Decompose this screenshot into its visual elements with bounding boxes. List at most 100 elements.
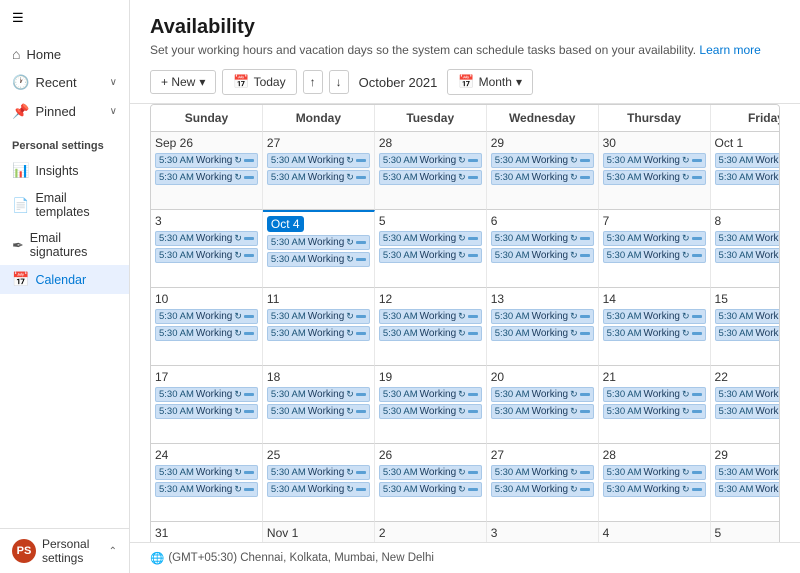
working-block[interactable]: 5:30 AMWorking↻ — [267, 153, 370, 168]
calendar-cell[interactable]: 105:30 AMWorking↻5:30 AMWorking↻ — [151, 288, 263, 366]
working-block[interactable]: 5:30 AMWorking↻ — [491, 465, 594, 480]
working-block[interactable]: 5:30 AMWorking↻ — [379, 231, 482, 246]
calendar-cell[interactable]: 275:30 AMWorking↻5:30 AMWorking↻ — [487, 444, 599, 522]
calendar-cell[interactable]: 115:30 AMWorking↻5:30 AMWorking↻ — [263, 288, 375, 366]
calendar-cell[interactable]: 125:30 AMWorking↻5:30 AMWorking↻ — [375, 288, 487, 366]
new-button[interactable]: + New ▾ — [150, 70, 216, 94]
working-block[interactable]: 5:30 AMWorking↻ — [491, 170, 594, 185]
working-block[interactable]: 5:30 AMWorking↻ — [267, 252, 370, 267]
working-block[interactable]: 5:30 AMWorking↻ — [715, 248, 780, 263]
calendar-cell[interactable]: 295:30 AMWorking↻5:30 AMWorking↻ — [711, 444, 780, 522]
calendar-cell[interactable]: 315:30 AMWorking↻5:30 AMWorking↻ — [151, 522, 263, 542]
calendar-cell[interactable]: 205:30 AMWorking↻5:30 AMWorking↻ — [487, 366, 599, 444]
calendar-cell[interactable]: 25:30 AMWorking↻5:30 AMWorking↻ — [375, 522, 487, 542]
working-block[interactable]: 5:30 AMWorking↻ — [491, 326, 594, 341]
working-block[interactable]: 5:30 AMWorking↻ — [379, 309, 482, 324]
working-block[interactable]: 5:30 AMWorking↻ — [267, 482, 370, 497]
working-block[interactable]: 5:30 AMWorking↻ — [267, 235, 370, 250]
working-block[interactable]: 5:30 AMWorking↻ — [491, 309, 594, 324]
working-block[interactable]: 5:30 AMWorking↻ — [715, 231, 780, 246]
working-block[interactable]: 5:30 AMWorking↻ — [491, 248, 594, 263]
calendar-cell[interactable]: 245:30 AMWorking↻5:30 AMWorking↻ — [151, 444, 263, 522]
working-block[interactable]: 5:30 AMWorking↻ — [267, 404, 370, 419]
calendar-cell[interactable]: 155:30 AMWorking↻5:30 AMWorking↻ — [711, 288, 780, 366]
working-block[interactable]: 5:30 AMWorking↻ — [267, 170, 370, 185]
working-block[interactable]: 5:30 AMWorking↻ — [715, 153, 780, 168]
working-block[interactable]: 5:30 AMWorking↻ — [379, 170, 482, 185]
calendar-cell[interactable]: 75:30 AMWorking↻5:30 AMWorking↻ — [599, 210, 711, 288]
working-block[interactable]: 5:30 AMWorking↻ — [155, 326, 258, 341]
calendar-cell[interactable]: 45:30 AMWorking↻5:30 AMWorking↻ — [599, 522, 711, 542]
working-block[interactable]: 5:30 AMWorking↻ — [379, 387, 482, 402]
working-block[interactable]: 5:30 AMWorking↻ — [491, 387, 594, 402]
next-month-button[interactable]: ↓ — [329, 70, 349, 94]
working-block[interactable]: 5:30 AMWorking↻ — [603, 482, 706, 497]
working-block[interactable]: 5:30 AMWorking↻ — [379, 465, 482, 480]
working-block[interactable]: 5:30 AMWorking↻ — [715, 482, 780, 497]
today-button[interactable]: 📅 Today — [222, 69, 296, 95]
working-block[interactable]: 5:30 AMWorking↻ — [603, 309, 706, 324]
calendar-cell[interactable]: 185:30 AMWorking↻5:30 AMWorking↻ — [263, 366, 375, 444]
working-block[interactable]: 5:30 AMWorking↻ — [379, 326, 482, 341]
working-block[interactable]: 5:30 AMWorking↻ — [603, 248, 706, 263]
calendar-cell[interactable]: 295:30 AMWorking↻5:30 AMWorking↻ — [487, 132, 599, 210]
calendar-cell[interactable]: 195:30 AMWorking↻5:30 AMWorking↻ — [375, 366, 487, 444]
working-block[interactable]: 5:30 AMWorking↻ — [715, 387, 780, 402]
working-block[interactable]: 5:30 AMWorking↻ — [155, 248, 258, 263]
sidebar-item-email-signatures[interactable]: ✒ Email signatures — [0, 225, 129, 265]
working-block[interactable]: 5:30 AMWorking↻ — [155, 153, 258, 168]
working-block[interactable]: 5:30 AMWorking↻ — [603, 231, 706, 246]
learn-more-link[interactable]: Learn more — [699, 43, 760, 57]
calendar-cell[interactable]: 135:30 AMWorking↻5:30 AMWorking↻ — [487, 288, 599, 366]
working-block[interactable]: 5:30 AMWorking↻ — [491, 404, 594, 419]
working-block[interactable]: 5:30 AMWorking↻ — [155, 387, 258, 402]
calendar-cell[interactable]: 275:30 AMWorking↻5:30 AMWorking↻ — [263, 132, 375, 210]
working-block[interactable]: 5:30 AMWorking↻ — [715, 465, 780, 480]
working-block[interactable]: 5:30 AMWorking↻ — [603, 387, 706, 402]
working-block[interactable]: 5:30 AMWorking↻ — [603, 326, 706, 341]
working-block[interactable]: 5:30 AMWorking↻ — [155, 482, 258, 497]
working-block[interactable]: 5:30 AMWorking↻ — [715, 309, 780, 324]
calendar-cell[interactable]: 55:30 AMWorking↻5:30 AMWorking↻ — [375, 210, 487, 288]
calendar-cell[interactable]: Oct 45:30 AMWorking↻5:30 AMWorking↻ — [263, 210, 375, 288]
working-block[interactable]: 5:30 AMWorking↻ — [267, 326, 370, 341]
working-block[interactable]: 5:30 AMWorking↻ — [603, 170, 706, 185]
working-block[interactable]: 5:30 AMWorking↻ — [715, 404, 780, 419]
calendar-cell[interactable]: 35:30 AMWorking↻5:30 AMWorking↻ — [151, 210, 263, 288]
working-block[interactable]: 5:30 AMWorking↻ — [491, 482, 594, 497]
calendar-cell[interactable]: 35:30 AMWorking↻5:30 AMWorking↻ — [487, 522, 599, 542]
working-block[interactable]: 5:30 AMWorking↻ — [155, 170, 258, 185]
working-block[interactable]: 5:30 AMWorking↻ — [715, 170, 780, 185]
calendar-cell[interactable]: 255:30 AMWorking↻5:30 AMWorking↻ — [263, 444, 375, 522]
calendar-cell[interactable]: 285:30 AMWorking↻5:30 AMWorking↻ — [375, 132, 487, 210]
month-view-button[interactable]: 📅 Month ▾ — [447, 69, 533, 95]
calendar-cell[interactable]: Sep 265:30 AMWorking↻5:30 AMWorking↻ — [151, 132, 263, 210]
working-block[interactable]: 5:30 AMWorking↻ — [603, 465, 706, 480]
sidebar-item-email-templates[interactable]: 📄 Email templates — [0, 185, 129, 225]
working-block[interactable]: 5:30 AMWorking↻ — [267, 465, 370, 480]
prev-month-button[interactable]: ↑ — [303, 70, 323, 94]
sidebar-item-recent[interactable]: 🕐 Recent ∨ — [0, 68, 129, 97]
working-block[interactable]: 5:30 AMWorking↻ — [491, 231, 594, 246]
calendar-cell[interactable]: 265:30 AMWorking↻5:30 AMWorking↻ — [375, 444, 487, 522]
hamburger-menu[interactable]: ☰ — [0, 0, 129, 36]
working-block[interactable]: 5:30 AMWorking↻ — [603, 153, 706, 168]
working-block[interactable]: 5:30 AMWorking↻ — [155, 465, 258, 480]
sidebar-item-calendar[interactable]: 📅 Calendar — [0, 265, 129, 294]
calendar-cell[interactable]: 55:30 AMWorking↻5:30 AMWorking↻ — [711, 522, 780, 542]
working-block[interactable]: 5:30 AMWorking↻ — [379, 482, 482, 497]
calendar-cell[interactable]: Oct 15:30 AMWorking↻5:30 AMWorking↻ — [711, 132, 780, 210]
working-block[interactable]: 5:30 AMWorking↻ — [491, 153, 594, 168]
calendar-cell[interactable]: 215:30 AMWorking↻5:30 AMWorking↻ — [599, 366, 711, 444]
working-block[interactable]: 5:30 AMWorking↻ — [155, 231, 258, 246]
personal-settings-bottom[interactable]: PS Personal settings ⌃ — [0, 528, 129, 573]
calendar-cell[interactable]: 145:30 AMWorking↻5:30 AMWorking↻ — [599, 288, 711, 366]
working-block[interactable]: 5:30 AMWorking↻ — [379, 248, 482, 263]
calendar-cell[interactable]: 85:30 AMWorking↻5:30 AMWorking↻ — [711, 210, 780, 288]
working-block[interactable]: 5:30 AMWorking↻ — [267, 309, 370, 324]
working-block[interactable]: 5:30 AMWorking↻ — [715, 326, 780, 341]
calendar-cell[interactable]: 285:30 AMWorking↻5:30 AMWorking↻ — [599, 444, 711, 522]
calendar-cell[interactable]: 305:30 AMWorking↻5:30 AMWorking↻ — [599, 132, 711, 210]
sidebar-item-pinned[interactable]: 📌 Pinned ∨ — [0, 97, 129, 126]
working-block[interactable]: 5:30 AMWorking↻ — [155, 404, 258, 419]
